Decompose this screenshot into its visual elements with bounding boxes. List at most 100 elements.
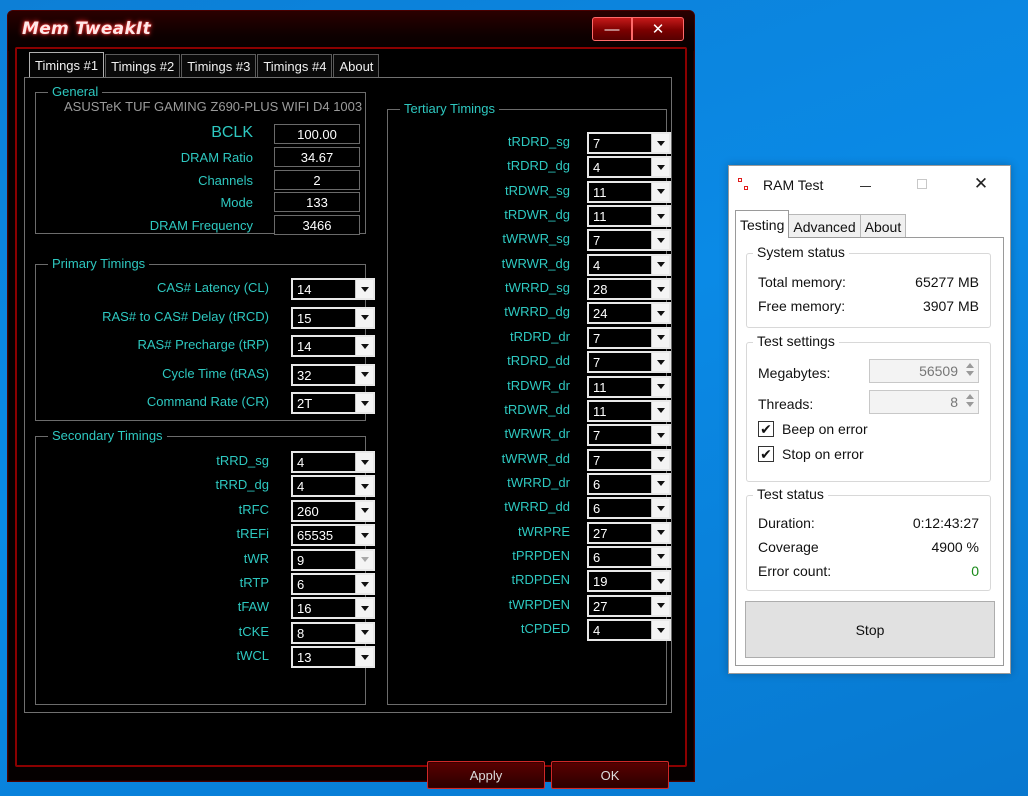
twrrd-sg-select[interactable]: 28 — [587, 278, 671, 301]
dropdown-arrow-button[interactable] — [651, 328, 669, 347]
dropdown-arrow-button[interactable] — [355, 365, 373, 384]
dropdown-arrow-button[interactable] — [651, 474, 669, 493]
trrd-sg-select[interactable]: 4 — [291, 451, 375, 473]
minimize-button[interactable]: — — [592, 17, 632, 41]
dropdown-arrow-button[interactable] — [651, 547, 669, 566]
chevron-down-icon — [656, 554, 665, 560]
trrd-dg-select[interactable]: 4 — [291, 475, 375, 498]
dropdown-arrow-button[interactable] — [651, 572, 669, 591]
twcl-select[interactable]: 13 — [291, 646, 375, 669]
dropdown-arrow-button[interactable] — [355, 501, 373, 520]
trdwr-sg-select[interactable]: 11 — [587, 180, 671, 203]
tcke-select[interactable]: 8 — [291, 621, 375, 644]
maximize-button[interactable] — [914, 176, 930, 192]
dropdown-arrow-button[interactable] — [651, 134, 669, 152]
dropdown-arrow-button[interactable] — [651, 596, 669, 615]
dropdown-arrow-button[interactable] — [651, 621, 669, 639]
twrwr-dg-label: tWRWR_dg — [501, 255, 570, 271]
tab-timings-2[interactable]: Timings #2 — [105, 54, 181, 78]
dropdown-arrow-button[interactable] — [355, 648, 373, 667]
apply-button[interactable]: Apply — [427, 761, 545, 789]
dropdown-arrow-button[interactable] — [651, 280, 669, 299]
trdpden-select[interactable]: 19 — [587, 570, 671, 593]
memtweakit-titlebar[interactable]: Mem TweakIt — ✕ — [8, 11, 694, 51]
dropdown-arrow-button[interactable] — [651, 450, 669, 469]
dropdown-arrow-button[interactable] — [651, 158, 669, 177]
ramtest-titlebar[interactable]: RAM Test ✕ — [729, 166, 1010, 204]
tfaw-select[interactable]: 16 — [291, 597, 375, 620]
dropdown-arrow-button[interactable] — [355, 599, 373, 618]
tab-testing[interactable]: Testing — [735, 210, 790, 238]
trdwr-dr-select[interactable]: 11 — [587, 375, 671, 398]
beep-on-error-checkbox[interactable]: ✔ Beep on error — [758, 421, 868, 437]
tab-about[interactable]: About — [859, 214, 907, 238]
megabytes-label: Megabytes: — [758, 365, 831, 381]
dropdown-arrow-button[interactable] — [651, 377, 669, 396]
dropdown-arrow-button[interactable] — [651, 304, 669, 323]
stop-button[interactable]: Stop — [745, 601, 995, 658]
dropdown-arrow-button[interactable] — [651, 401, 669, 420]
trefi-select[interactable]: 65535 — [291, 524, 375, 547]
ras-precharge-trp-select[interactable]: 14 — [291, 335, 375, 357]
trdrd-sg-select[interactable]: 7 — [587, 132, 671, 154]
tprpden-select[interactable]: 6 — [587, 545, 671, 568]
tab-timings-1[interactable]: Timings #1 — [29, 52, 105, 78]
trfc-select[interactable]: 260 — [291, 499, 375, 522]
dropdown-arrow-button[interactable] — [355, 394, 373, 412]
spin-arrows-icon[interactable] — [962, 361, 977, 381]
tcpded-select[interactable]: 4 — [587, 619, 671, 641]
cas-latency-cl-select[interactable]: 14 — [291, 278, 375, 300]
spin-arrows-icon[interactable] — [962, 392, 977, 412]
close-button[interactable]: ✕ — [632, 17, 684, 41]
dropdown-arrow-button[interactable] — [355, 453, 373, 471]
dropdown-arrow-button[interactable] — [355, 550, 373, 569]
trtp-select[interactable]: 6 — [291, 573, 375, 595]
cycle-time-tras-select[interactable]: 32 — [291, 363, 375, 386]
dropdown-arrow-button[interactable] — [355, 575, 373, 593]
twr-select[interactable]: 9 — [291, 548, 375, 571]
ok-button[interactable]: OK — [551, 761, 669, 789]
trdrd-dg-select[interactable]: 4 — [587, 156, 671, 179]
twrrd-dg-select[interactable]: 24 — [587, 302, 671, 325]
close-button[interactable]: ✕ — [973, 174, 989, 193]
stop-on-error-checkbox[interactable]: ✔ Stop on error — [758, 446, 864, 462]
minimize-button[interactable] — [857, 176, 873, 192]
dropdown-arrow-button[interactable] — [355, 280, 373, 298]
trtp-label: tRTP — [239, 575, 269, 590]
dropdown-arrow-button[interactable] — [651, 182, 669, 201]
dropdown-arrow-button[interactable] — [355, 337, 373, 355]
dropdown-arrow-button[interactable] — [355, 526, 373, 545]
dropdown-arrow-button[interactable] — [355, 477, 373, 496]
dropdown-arrow-button[interactable] — [651, 255, 669, 274]
megabytes-stepper[interactable]: 56509 — [869, 359, 979, 383]
ras-to-cas-delay-trcd-select[interactable]: 15 — [291, 306, 375, 329]
twrrd-dd-select[interactable]: 6 — [587, 497, 671, 520]
twrrd-dr-select[interactable]: 6 — [587, 472, 671, 495]
twrpden-select[interactable]: 27 — [587, 594, 671, 617]
dropdown-arrow-button[interactable] — [651, 499, 669, 518]
dropdown-arrow-button[interactable] — [651, 231, 669, 250]
dropdown-arrow-button[interactable] — [651, 353, 669, 372]
twrwr-sg-select[interactable]: 7 — [587, 229, 671, 252]
trdrd-dg-value: 4 — [593, 160, 601, 176]
trdwr-dg-select[interactable]: 11 — [587, 205, 671, 228]
twrwr-dd-select[interactable]: 7 — [587, 448, 671, 471]
trdrd-dd-select[interactable]: 7 — [587, 351, 671, 374]
trdwr-dd-select[interactable]: 11 — [587, 399, 671, 422]
command-rate-cr-select[interactable]: 2T — [291, 392, 375, 414]
dropdown-arrow-button[interactable] — [651, 426, 669, 445]
dropdown-arrow-button[interactable] — [355, 623, 373, 642]
tab-timings-3[interactable]: Timings #3 — [181, 54, 257, 78]
dropdown-arrow-button[interactable] — [651, 207, 669, 226]
twrwr-dr-select[interactable]: 7 — [587, 424, 671, 447]
trdrd-dr-select[interactable]: 7 — [587, 326, 671, 349]
tab-advanced[interactable]: Advanced — [788, 214, 861, 238]
tab-about[interactable]: About — [333, 54, 380, 78]
dropdown-arrow-button[interactable] — [355, 308, 373, 327]
twrwr-dg-select[interactable]: 4 — [587, 253, 671, 276]
twrpre-select[interactable]: 27 — [587, 521, 671, 544]
threads-stepper[interactable]: 8 — [869, 390, 979, 414]
tab-timings-4[interactable]: Timings #4 — [257, 54, 333, 78]
dropdown-arrow-button[interactable] — [651, 523, 669, 542]
twr-label: tWR — [243, 550, 269, 566]
